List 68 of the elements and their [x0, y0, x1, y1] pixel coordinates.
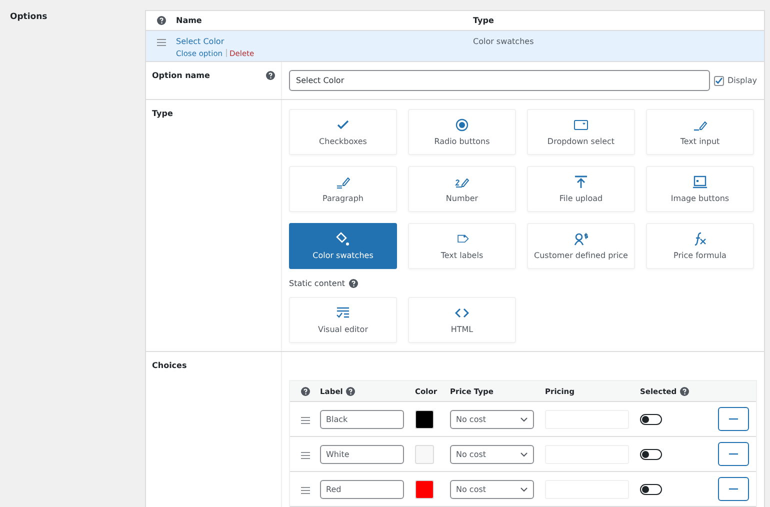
monitor-icon: [693, 175, 707, 189]
checkmark-icon: [336, 118, 350, 132]
type-card[interactable]: Dropdown select: [527, 109, 635, 155]
column-header: Name: [176, 16, 203, 25]
label-field[interactable]: White: [320, 444, 404, 464]
type-card[interactable]: Customer defined price: [527, 223, 635, 269]
type-card[interactable]: File upload: [527, 166, 635, 212]
chevron-down-icon: [520, 486, 528, 492]
type-card[interactable]: Text labels: [408, 223, 516, 269]
drag-handle-icon[interactable]: [156, 38, 166, 46]
label-field[interactable]: Black: [320, 410, 404, 428]
minus-icon: [729, 418, 738, 420]
minus-icon: [729, 488, 738, 490]
upload-icon: [574, 175, 588, 189]
text-lines-icon: [336, 306, 350, 320]
type-card[interactable]: Price formula: [646, 223, 754, 269]
drag-handle-icon[interactable]: [300, 452, 310, 458]
drag-handle-icon[interactable]: [300, 416, 310, 424]
person-dollar-icon: [574, 232, 588, 246]
price-type-select[interactable]: No cost: [450, 410, 534, 428]
display-checkbox[interactable]: [714, 76, 724, 86]
remove-button[interactable]: [718, 407, 749, 431]
column-header: Type: [473, 16, 494, 25]
help-icon: [349, 279, 358, 288]
selected-toggle[interactable]: [640, 448, 662, 460]
color-swatch[interactable]: [415, 444, 434, 464]
help-icon: [156, 16, 166, 25]
help-icon: [266, 71, 275, 80]
chevron-down-icon: [520, 416, 528, 422]
type-card[interactable]: Paragraph: [289, 166, 397, 212]
selected-toggle[interactable]: [640, 484, 662, 494]
code-icon: [455, 306, 469, 320]
type-card[interactable]: Checkboxes: [289, 109, 397, 155]
type-card[interactable]: Color swatches: [289, 223, 397, 269]
radio-icon: [455, 118, 469, 132]
type-card[interactable]: HTML: [408, 297, 516, 343]
paint-bucket-icon: [336, 232, 350, 246]
remove-button[interactable]: [718, 477, 749, 501]
color-swatch[interactable]: [415, 480, 434, 498]
help-icon: [346, 386, 355, 396]
type-card[interactable]: Visual editor: [289, 297, 397, 343]
minus-icon: [729, 453, 738, 455]
option-name-link[interactable]: Select Color: [176, 36, 473, 46]
option-name-field[interactable]: Select Color: [289, 70, 710, 91]
field-label: Choices: [152, 361, 187, 370]
label-field[interactable]: Red: [320, 480, 404, 498]
chevron-down-icon: [520, 452, 528, 456]
option-type: Color swatches: [473, 36, 534, 46]
price-type-select[interactable]: No cost: [450, 444, 534, 464]
remove-button[interactable]: [718, 442, 749, 466]
help-icon: [300, 386, 310, 396]
type-card[interactable]: Number: [408, 166, 516, 212]
function-icon: [693, 232, 707, 246]
field-label: Type: [152, 109, 173, 118]
selected-toggle[interactable]: [640, 414, 662, 424]
section-label: Options: [9, 11, 48, 22]
dropdown-icon: [574, 118, 588, 132]
field-label: Option name: [152, 71, 210, 80]
price-type-select[interactable]: No cost: [450, 480, 534, 498]
type-card[interactable]: Image buttons: [646, 166, 754, 212]
type-card[interactable]: Text input: [646, 109, 754, 155]
color-swatch[interactable]: [415, 410, 434, 428]
type-card[interactable]: Radio buttons: [408, 109, 516, 155]
checkbox-label: Display: [728, 76, 757, 85]
drag-handle-icon[interactable]: [300, 486, 310, 494]
static-content-label: Static content: [289, 279, 346, 288]
help-icon: [680, 386, 689, 396]
pencil-icon: [336, 175, 350, 189]
